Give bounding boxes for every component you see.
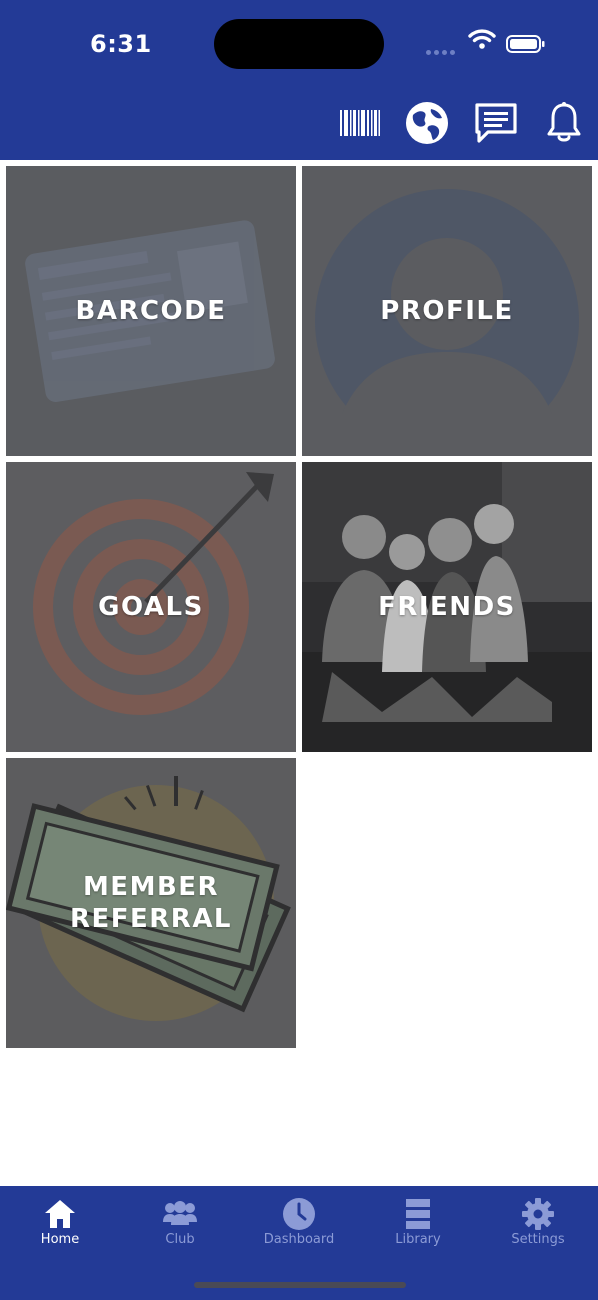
nav-label: Library: [395, 1232, 441, 1247]
globe-icon[interactable]: [404, 100, 450, 146]
wifi-icon: [468, 28, 496, 55]
message-icon[interactable]: [473, 100, 519, 146]
member-referral-tile[interactable]: MEMBER REFERRAL: [6, 758, 296, 1048]
cellular-signal-icon: [426, 42, 458, 60]
home-icon: [0, 1194, 120, 1234]
header-toolbar: [0, 100, 598, 146]
nav-settings[interactable]: Settings: [478, 1186, 598, 1266]
people-icon: [120, 1194, 240, 1234]
home-indicator: [194, 1282, 406, 1288]
friends-tile[interactable]: FRIENDS: [302, 462, 592, 752]
barcode-tile[interactable]: BARCODE: [6, 166, 296, 456]
gear-icon: [478, 1194, 598, 1234]
nav-label: Dashboard: [263, 1232, 335, 1247]
nav-library[interactable]: Library: [358, 1186, 478, 1266]
barcode-icon[interactable]: [338, 100, 382, 146]
nav-label: Settings: [511, 1232, 565, 1247]
app-header: 6:31: [0, 0, 598, 160]
tile-label: BARCODE: [75, 296, 227, 326]
battery-icon: [506, 35, 546, 58]
status-indicators: [426, 29, 546, 58]
goals-tile[interactable]: GOALS: [6, 462, 296, 752]
tile-label: FRIENDS: [378, 592, 516, 622]
clock-icon: [239, 1194, 359, 1234]
nav-dashboard[interactable]: Dashboard: [239, 1186, 359, 1266]
tile-label: GOALS: [98, 592, 204, 622]
nav-home[interactable]: Home: [0, 1186, 120, 1266]
tile-label: PROFILE: [380, 296, 514, 326]
nav-label: Club: [165, 1232, 195, 1247]
bell-icon[interactable]: [544, 100, 584, 146]
profile-tile[interactable]: PROFILE: [302, 166, 592, 456]
nav-label: Home: [40, 1232, 80, 1247]
nav-club[interactable]: Club: [120, 1186, 240, 1266]
tile-label: MEMBER REFERRAL: [69, 872, 233, 934]
status-time: 6:31: [90, 30, 152, 58]
library-icon: [358, 1194, 478, 1234]
dynamic-island: [214, 19, 384, 69]
